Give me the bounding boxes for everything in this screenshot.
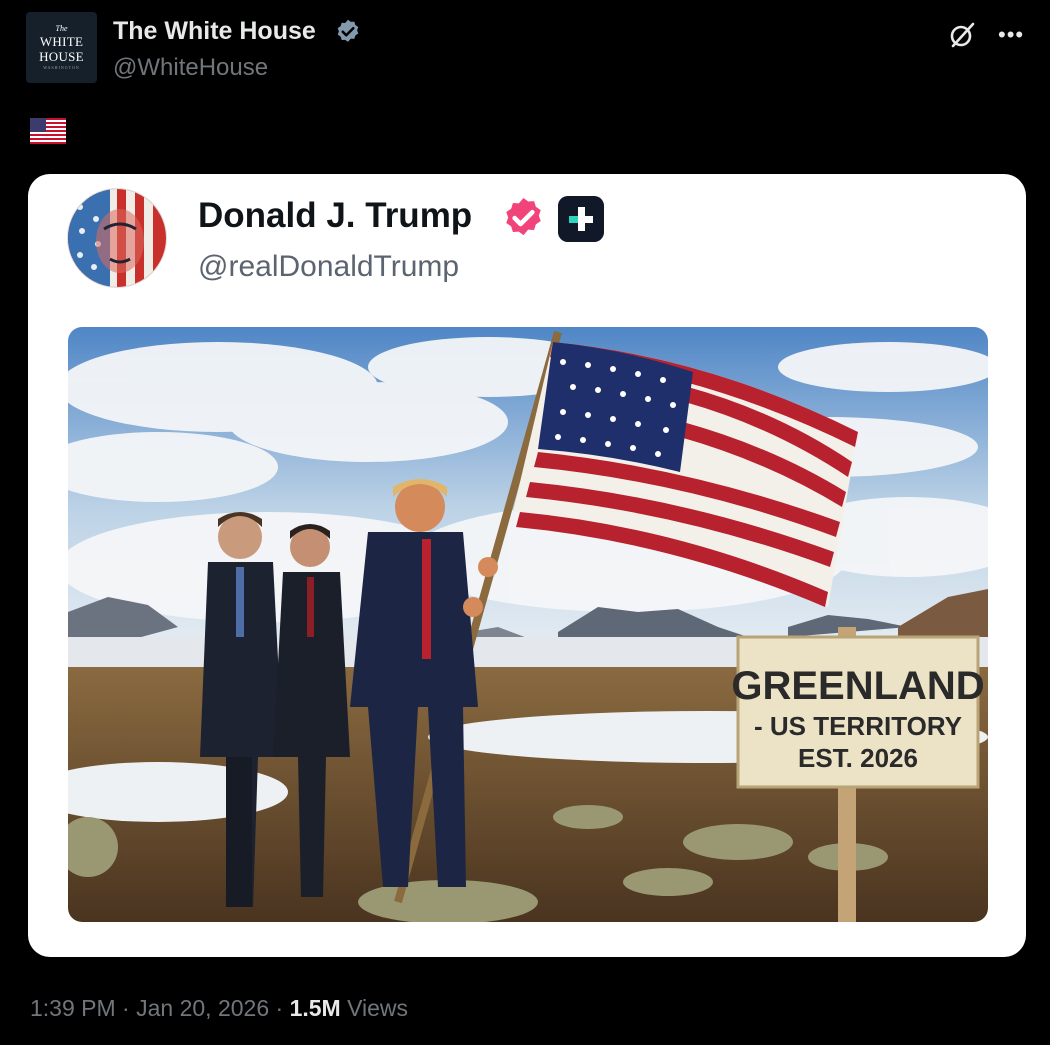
- author-handle[interactable]: @WhiteHouse: [113, 54, 268, 82]
- sign-line-3: EST. 2026: [798, 743, 918, 773]
- us-flag-emoji: [30, 118, 66, 144]
- post-date[interactable]: Jan 20, 2026: [136, 995, 269, 1021]
- embedded-author-name[interactable]: Donald J. Trump: [198, 196, 472, 236]
- sign-line-1: GREENLAND: [731, 664, 984, 708]
- avatar-text-white: WHITE: [39, 34, 84, 49]
- post-header: The WHITE HOUSE WASHINGTON The White Hou…: [26, 12, 1026, 84]
- more-options-icon[interactable]: •••: [998, 22, 1024, 48]
- views-label: Views: [347, 995, 409, 1021]
- post-meta: 1:39 PM · Jan 20, 2026 · 1.5M Views: [30, 995, 408, 1022]
- greenland-flag-image[interactable]: GREENLAND - US TERRITORY EST. 2026: [68, 327, 988, 922]
- quoted-post-card[interactable]: Donald J. Trump @realDonaldTrump GREENLA…: [28, 174, 1026, 957]
- verified-badge-icon: [337, 19, 359, 42]
- avatar-text-the: The: [55, 24, 68, 33]
- author-avatar[interactable]: The WHITE HOUSE WASHINGTON: [26, 12, 97, 83]
- views-count: 1.5M: [289, 995, 341, 1021]
- flag-portrait-avatar-image: [68, 189, 166, 287]
- meta-separator: ·: [275, 995, 290, 1021]
- verified-badge-pink-icon: [506, 197, 541, 236]
- plus-badge-icon: [558, 196, 604, 242]
- meta-separator: ·: [122, 995, 137, 1021]
- grok-icon[interactable]: [947, 20, 977, 50]
- post-time[interactable]: 1:39 PM: [30, 995, 116, 1021]
- avatar-text-house: HOUSE: [39, 49, 84, 64]
- embedded-author-handle[interactable]: @realDonaldTrump: [198, 250, 459, 284]
- sign-line-2: - US TERRITORY: [754, 711, 962, 741]
- avatar-text-washington: WASHINGTON: [43, 65, 80, 70]
- embedded-author-avatar[interactable]: [67, 188, 167, 288]
- author-name[interactable]: The White House: [113, 17, 316, 46]
